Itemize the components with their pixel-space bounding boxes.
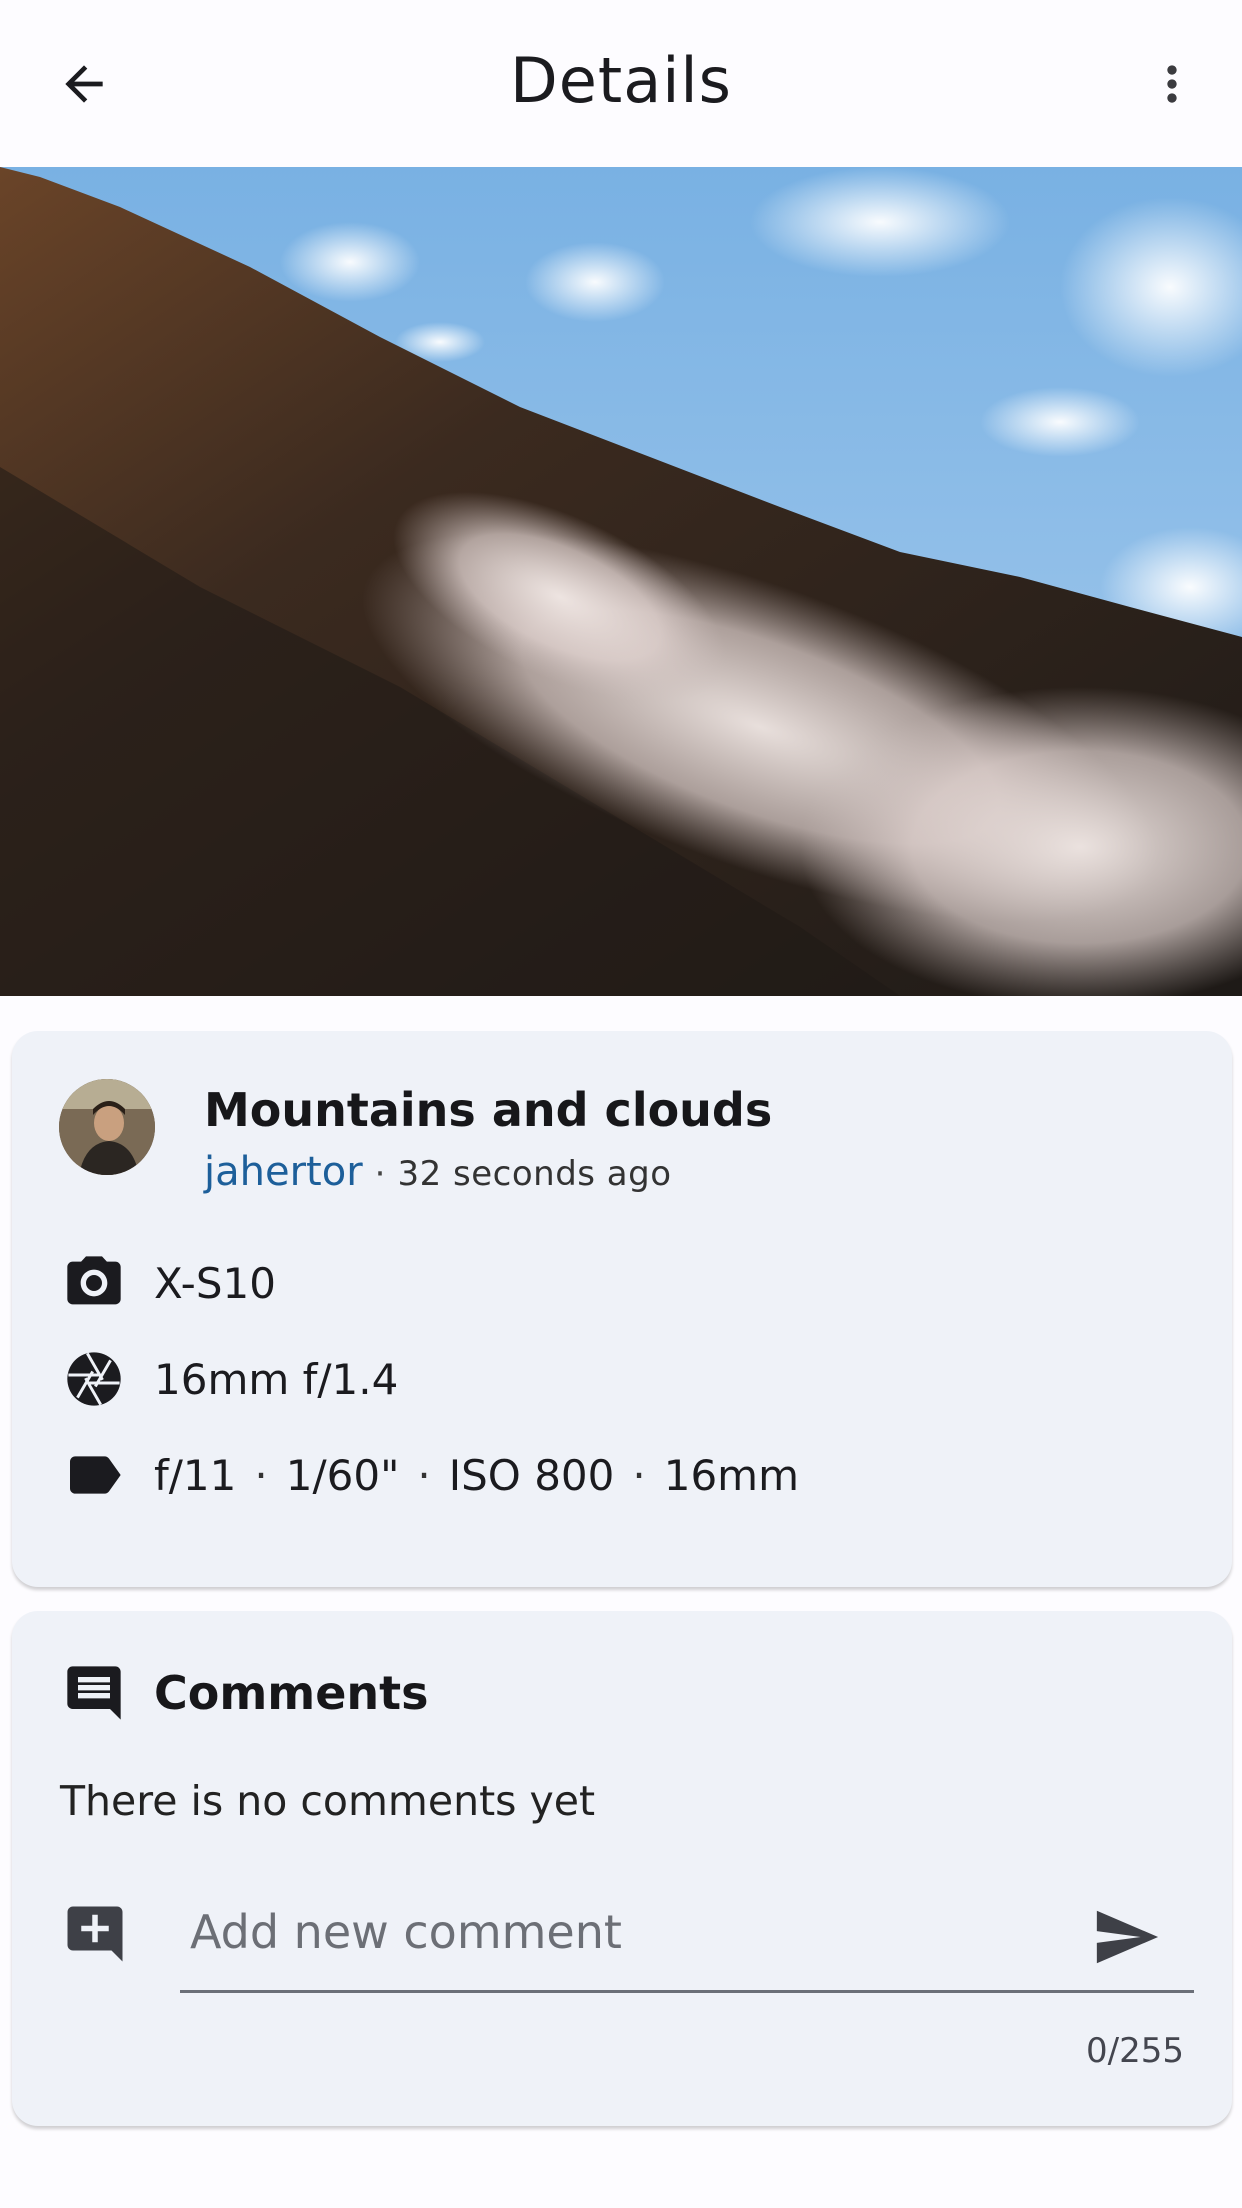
- camera-aperture-icon: [62, 1347, 126, 1411]
- photo-meta: jahertor · 32 seconds ago: [204, 1149, 672, 1195]
- exposure-row: f/11 · 1/60" · ISO 800 · 16mm: [62, 1443, 799, 1507]
- character-counter: 0/255: [1086, 2031, 1184, 2071]
- focal-length-value: 16mm: [663, 1450, 800, 1500]
- comments-heading: Comments: [154, 1666, 429, 1720]
- landscape-photo: [0, 167, 1242, 996]
- more-vert-icon: [1167, 65, 1177, 103]
- comment-input[interactable]: [190, 1897, 1070, 1967]
- label-icon: [62, 1443, 126, 1507]
- send-button[interactable]: [1088, 1899, 1164, 1975]
- camera-row: X-S10: [62, 1251, 276, 1315]
- camera-model: X-S10: [154, 1258, 276, 1308]
- comment-field: [180, 1881, 1194, 1993]
- exposure-separator: ·: [254, 1450, 268, 1500]
- avatar[interactable]: [59, 1079, 155, 1175]
- photo-title: Mountains and clouds: [204, 1083, 773, 1137]
- camera-icon: [62, 1251, 126, 1315]
- page-title: Details: [510, 44, 732, 117]
- photo-image[interactable]: [0, 167, 1242, 996]
- author-link[interactable]: jahertor: [204, 1149, 363, 1195]
- more-options-button[interactable]: [1142, 50, 1202, 118]
- meta-separator: ·: [374, 1154, 386, 1194]
- send-icon: [1096, 1910, 1159, 1964]
- exposure-settings: f/11 · 1/60" · ISO 800 · 16mm: [154, 1451, 799, 1500]
- exposure-separator: ·: [417, 1450, 431, 1500]
- posted-time: 32 seconds ago: [397, 1154, 672, 1194]
- lens-row: 16mm f/1.4: [62, 1347, 398, 1411]
- lens-spec: 16mm f/1.4: [154, 1354, 399, 1404]
- photo-info-card: Mountains and clouds jahertor · 32 secon…: [12, 1031, 1232, 1587]
- comments-header: Comments: [62, 1661, 429, 1725]
- comments-card: Comments There is no comments yet 0/255: [12, 1611, 1232, 2126]
- arrow-back-icon: [65, 65, 103, 103]
- comment-icon: [67, 1666, 121, 1720]
- back-button[interactable]: [50, 50, 118, 118]
- add-comment-icon: [62, 1901, 128, 1967]
- aperture-value: f/11: [154, 1450, 237, 1500]
- shutter-value: 1/60": [285, 1450, 400, 1500]
- top-app-bar: Details: [0, 0, 1242, 167]
- exposure-separator: ·: [632, 1450, 646, 1500]
- no-comments-text: There is no comments yet: [60, 1777, 596, 1825]
- iso-value: ISO 800: [448, 1450, 615, 1500]
